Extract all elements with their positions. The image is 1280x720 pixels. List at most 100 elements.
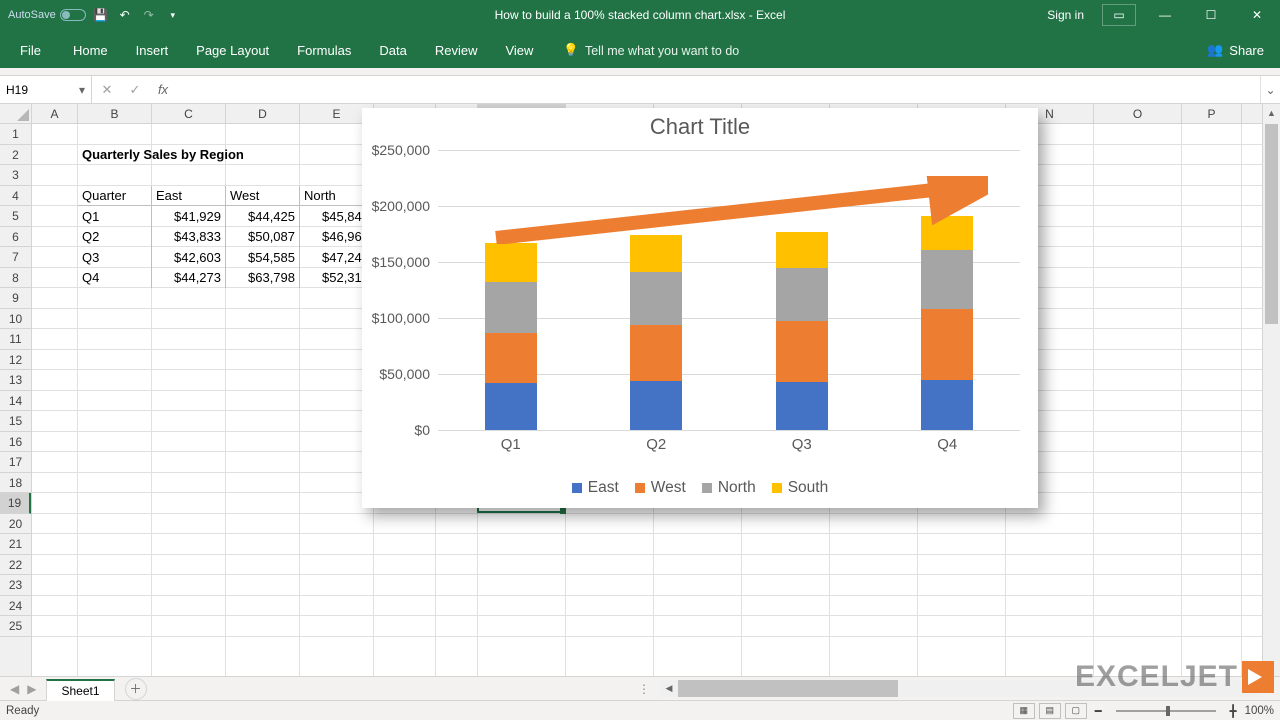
arrow-annotation[interactable] [492,176,988,244]
cell-D4[interactable]: West [226,186,300,207]
row-header-3[interactable]: 3 [0,165,31,186]
row-header-11[interactable]: 11 [0,329,31,350]
bar-segment-North[interactable] [776,268,828,321]
col-header-B[interactable]: B [78,104,152,123]
name-box[interactable]: H19 ▾ [0,76,92,103]
col-header-P[interactable]: P [1182,104,1242,123]
bar-segment-West[interactable] [485,333,537,383]
bar-segment-East[interactable] [630,381,682,430]
undo-icon[interactable]: ↶ [116,6,134,24]
formula-input[interactable] [178,76,1260,103]
insert-function-icon[interactable]: fx [152,82,174,97]
bar-segment-East[interactable] [921,380,973,430]
row-header-16[interactable]: 16 [0,432,31,453]
legend-item-East[interactable]: East [572,479,619,497]
chart-title[interactable]: Chart Title [362,108,1038,142]
spreadsheet-grid[interactable]: ABCDEFGHIJKLMNOP 12345678910111213141516… [0,104,1280,676]
cell-C7[interactable]: $42,603 [152,247,226,268]
col-header-O[interactable]: O [1094,104,1182,123]
cell-B7[interactable]: Q3 [78,247,152,268]
cell-B4[interactable]: Quarter [78,186,152,207]
embedded-chart[interactable]: Chart Title $0$50,000$100,000$150,000$20… [362,108,1038,508]
tab-data[interactable]: Data [365,35,420,68]
row-header-23[interactable]: 23 [0,575,31,596]
tab-page-layout[interactable]: Page Layout [182,35,283,68]
row-header-18[interactable]: 18 [0,473,31,494]
row-header-15[interactable]: 15 [0,411,31,432]
page-layout-view-icon[interactable]: ▤ [1039,703,1061,719]
scroll-up-icon[interactable]: ▲ [1263,104,1280,122]
legend-item-North[interactable]: North [702,479,756,497]
cell-D8[interactable]: $63,798 [226,268,300,289]
row-header-22[interactable]: 22 [0,555,31,576]
cell-D6[interactable]: $50,087 [226,227,300,248]
close-button[interactable]: ✕ [1234,0,1280,30]
customize-qat-icon[interactable]: ▾ [164,6,182,24]
row-header-20[interactable]: 20 [0,514,31,535]
signin-button[interactable]: Sign in [1035,8,1096,22]
tab-file[interactable]: File [2,35,59,68]
col-header-A[interactable]: A [32,104,78,123]
bar-segment-North[interactable] [485,282,537,333]
tab-insert[interactable]: Insert [122,35,183,68]
select-all-button[interactable] [0,104,32,124]
cell-B5[interactable]: Q1 [78,206,152,227]
share-button[interactable]: 👥 Share [1207,42,1278,68]
new-sheet-button[interactable]: ＋ [125,678,147,700]
legend-item-South[interactable]: South [772,479,829,497]
tab-scroll-separator[interactable]: ⋮ [638,681,643,696]
row-headers[interactable]: 1234567891011121314151617181920212223242… [0,124,32,676]
bar-segment-East[interactable] [485,383,537,430]
row-header-7[interactable]: 7 [0,247,31,268]
tab-view[interactable]: View [491,35,547,68]
row-header-21[interactable]: 21 [0,534,31,555]
prev-sheet-icon[interactable]: ◀ [10,682,19,696]
tab-formulas[interactable]: Formulas [283,35,365,68]
redo-icon[interactable]: ↷ [140,6,158,24]
cancel-formula-icon[interactable]: ✕ [96,82,118,98]
chart-legend[interactable]: East West North South [362,479,1038,498]
bar-segment-South[interactable] [485,243,537,282]
row-header-2[interactable]: 2 [0,145,31,166]
scroll-left-icon[interactable]: ◀ [660,683,678,694]
col-header-C[interactable]: C [152,104,226,123]
save-icon[interactable]: 💾 [92,6,110,24]
row-header-13[interactable]: 13 [0,370,31,391]
maximize-button[interactable]: ☐ [1188,0,1234,30]
row-header-6[interactable]: 6 [0,227,31,248]
row-header-14[interactable]: 14 [0,391,31,412]
minimize-button[interactable]: — [1142,0,1188,30]
cell-B8[interactable]: Q4 [78,268,152,289]
tab-review[interactable]: Review [421,35,492,68]
page-break-view-icon[interactable]: ▢ [1065,703,1087,719]
autosave-toggle[interactable]: AutoSave [8,9,86,21]
bar-segment-North[interactable] [630,272,682,325]
cell-B6[interactable]: Q2 [78,227,152,248]
bar-segment-West[interactable] [630,325,682,381]
row-header-9[interactable]: 9 [0,288,31,309]
row-header-24[interactable]: 24 [0,596,31,617]
row-header-12[interactable]: 12 [0,350,31,371]
cell-C8[interactable]: $44,273 [152,268,226,289]
normal-view-icon[interactable]: ▦ [1013,703,1035,719]
chevron-down-icon[interactable]: ▾ [79,83,85,97]
legend-item-West[interactable]: West [635,479,686,497]
cell-C6[interactable]: $43,833 [152,227,226,248]
row-header-5[interactable]: 5 [0,206,31,227]
zoom-slider[interactable] [1116,710,1216,712]
vertical-scroll-thumb[interactable] [1265,124,1278,324]
cell-D7[interactable]: $54,585 [226,247,300,268]
bar-segment-North[interactable] [921,250,973,309]
ribbon-display-options-icon[interactable]: ▭ [1102,4,1136,26]
horizontal-scroll-thumb[interactable] [678,680,898,697]
bar-segment-West[interactable] [921,309,973,380]
row-header-25[interactable]: 25 [0,616,31,637]
row-header-1[interactable]: 1 [0,124,31,145]
bar-segment-East[interactable] [776,382,828,430]
row-header-10[interactable]: 10 [0,309,31,330]
next-sheet-icon[interactable]: ▶ [27,682,36,696]
sheet-tab-sheet1[interactable]: Sheet1 [46,679,114,701]
col-header-D[interactable]: D [226,104,300,123]
row-header-4[interactable]: 4 [0,186,31,207]
cell-C5[interactable]: $41,929 [152,206,226,227]
